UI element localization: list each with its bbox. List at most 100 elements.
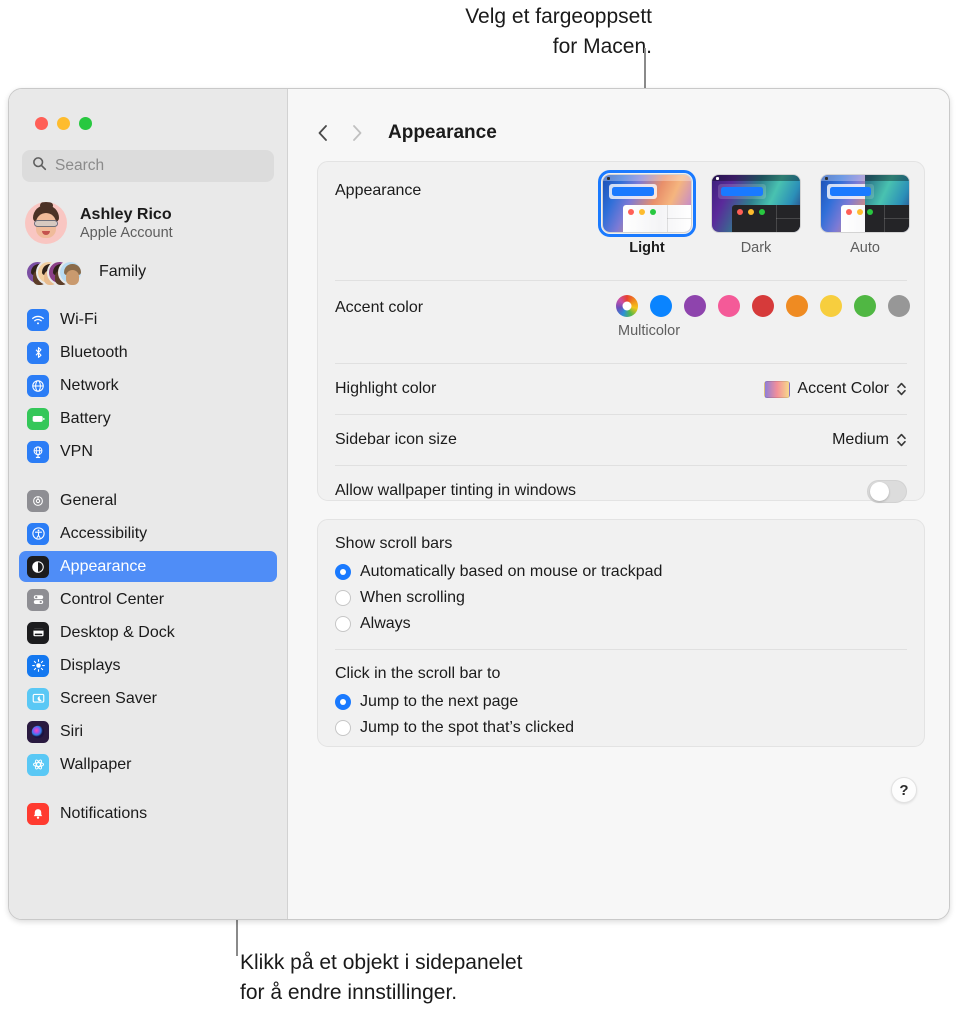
minimize-button[interactable] xyxy=(57,117,70,130)
sidebar-item-siri[interactable]: Siri xyxy=(19,716,277,747)
appearance-icon xyxy=(27,556,49,578)
sidebar-item-label: VPN xyxy=(60,443,93,461)
radio-button[interactable] xyxy=(335,590,351,606)
accent-swatch-blue[interactable] xyxy=(650,295,672,317)
accent-swatches xyxy=(616,295,910,317)
sidebar-item-bluetooth[interactable]: Bluetooth xyxy=(19,337,277,368)
sidebar-item-general[interactable]: General xyxy=(19,485,277,516)
sidebar-item-label: Accessibility xyxy=(60,525,147,543)
sidebar-item-wallpaper[interactable]: Wallpaper xyxy=(19,749,277,780)
radio-label: Automatically based on mouse or trackpad xyxy=(360,563,662,581)
page-title: Appearance xyxy=(388,122,497,144)
desktop-dock-icon xyxy=(27,622,49,644)
accent-selected-name: Multicolor xyxy=(618,323,680,339)
zoom-button[interactable] xyxy=(79,117,92,130)
sidebar-item-appearance[interactable]: Appearance xyxy=(19,551,277,582)
back-button[interactable] xyxy=(306,119,340,147)
accent-swatch-red[interactable] xyxy=(752,295,774,317)
accent-swatch-graphite[interactable] xyxy=(888,295,910,317)
radio-button[interactable] xyxy=(335,720,351,736)
accent-color-row: Accent color Mul xyxy=(318,281,924,363)
sidebar-item-label: Network xyxy=(60,377,119,395)
search-icon xyxy=(32,156,47,176)
accent-swatch-orange[interactable] xyxy=(786,295,808,317)
account-name: Ashley Rico xyxy=(80,206,173,224)
close-button[interactable] xyxy=(35,117,48,130)
appearance-option-light[interactable]: Light xyxy=(602,174,692,256)
accessibility-icon xyxy=(27,523,49,545)
chevron-up-down-icon xyxy=(896,432,907,448)
sidebar-item-label: Displays xyxy=(60,657,120,675)
sidebar-item-label: Bluetooth xyxy=(60,344,128,362)
account-subtitle: Apple Account xyxy=(80,225,173,241)
window-controls xyxy=(19,89,277,130)
search-input[interactable]: Search xyxy=(22,150,274,182)
radio-button[interactable] xyxy=(335,564,351,580)
sidebar-item-battery[interactable]: Battery xyxy=(19,403,277,434)
sidebar-item-label: Notifications xyxy=(60,805,147,823)
wallpaper-tinting-label: Allow wallpaper tinting in windows xyxy=(335,482,576,500)
scroll-settings-card: Show scroll bars Automatically based on … xyxy=(317,519,925,747)
radio-label: Always xyxy=(360,615,411,633)
accent-color-label: Accent color xyxy=(335,299,423,317)
sidebar: Search Ashley Rico Apple Account xyxy=(9,89,288,919)
appearance-options: Light xyxy=(602,174,910,256)
accent-swatch-yellow[interactable] xyxy=(820,295,842,317)
appearance-option-dark[interactable]: Dark xyxy=(711,174,801,256)
family-row[interactable]: Family xyxy=(25,254,277,290)
accent-swatch-pink[interactable] xyxy=(718,295,740,317)
radio-when-scrolling[interactable]: When scrolling xyxy=(335,585,907,611)
accent-swatch-purple[interactable] xyxy=(684,295,706,317)
radio-button[interactable] xyxy=(335,694,351,710)
appearance-option-label: Auto xyxy=(850,240,880,256)
sidebar-item-label: Screen Saver xyxy=(60,690,157,708)
wallpaper-tinting-toggle[interactable] xyxy=(867,480,907,503)
wifi-icon xyxy=(27,309,49,331)
apple-account-row[interactable]: Ashley Rico Apple Account xyxy=(25,198,277,248)
sidebar-item-network[interactable]: Network xyxy=(19,370,277,401)
sidebar-item-accessibility[interactable]: Accessibility xyxy=(19,518,277,549)
click-in-scroll-bar-title: Click in the scroll bar to xyxy=(335,665,907,683)
sidebar-item-desktop-and-dock[interactable]: Desktop & Dock xyxy=(19,617,277,648)
sidebar-item-screen-saver[interactable]: Screen Saver xyxy=(19,683,277,714)
control-center-icon xyxy=(27,589,49,611)
accent-swatch-multicolor[interactable] xyxy=(616,295,638,317)
radio-button[interactable] xyxy=(335,616,351,632)
sidebar-item-label: Wallpaper xyxy=(60,756,131,774)
highlight-color-popup[interactable]: Accent Color xyxy=(764,380,907,398)
sidebar-item-label: Siri xyxy=(60,723,83,741)
help-button[interactable]: ? xyxy=(891,777,917,803)
sidebar-item-control-center[interactable]: Control Center xyxy=(19,584,277,615)
radio-label: When scrolling xyxy=(360,589,465,607)
light-thumbnail[interactable] xyxy=(602,174,692,233)
appearance-option-auto[interactable]: Auto xyxy=(820,174,910,256)
vpn-icon xyxy=(27,441,49,463)
highlight-color-row: Highlight color Accent Color xyxy=(318,364,924,414)
sidebar-item-label: Wi-Fi xyxy=(60,311,97,329)
gear-icon xyxy=(27,490,49,512)
callout-top-text: Velg et fargeoppsett for Macen. xyxy=(332,2,652,62)
sidebar-group-system: General Accessibility xyxy=(19,485,277,780)
screen-saver-icon xyxy=(27,688,49,710)
notifications-bell-icon xyxy=(27,803,49,825)
accent-swatch-green[interactable] xyxy=(854,295,876,317)
sidebar-icon-size-popup[interactable]: Medium xyxy=(832,431,907,449)
radio-jump-next-page[interactable]: Jump to the next page xyxy=(335,689,907,715)
sidebar-item-vpn[interactable]: VPN xyxy=(19,436,277,467)
dark-thumbnail[interactable] xyxy=(711,174,801,233)
radio-always[interactable]: Always xyxy=(335,611,907,637)
sidebar-item-notifications[interactable]: Notifications xyxy=(19,798,277,829)
sidebar-icon-size-value: Medium xyxy=(832,431,889,449)
sidebar-item-displays[interactable]: Displays xyxy=(19,650,277,681)
sidebar-group-notifications: Notifications xyxy=(19,798,277,829)
sidebar-item-wi-fi[interactable]: Wi-Fi xyxy=(19,304,277,335)
radio-automatically[interactable]: Automatically based on mouse or trackpad xyxy=(335,559,907,585)
show-scroll-bars-title: Show scroll bars xyxy=(335,535,907,553)
radio-jump-to-spot[interactable]: Jump to the spot that’s clicked xyxy=(335,715,907,741)
gradient-chip-icon xyxy=(764,381,790,398)
chevron-up-down-icon xyxy=(896,381,907,397)
show-scroll-bars-section: Show scroll bars Automatically based on … xyxy=(318,520,924,637)
auto-thumbnail[interactable] xyxy=(820,174,910,233)
forward-button[interactable] xyxy=(340,119,374,147)
toolbar: Appearance xyxy=(288,89,949,151)
